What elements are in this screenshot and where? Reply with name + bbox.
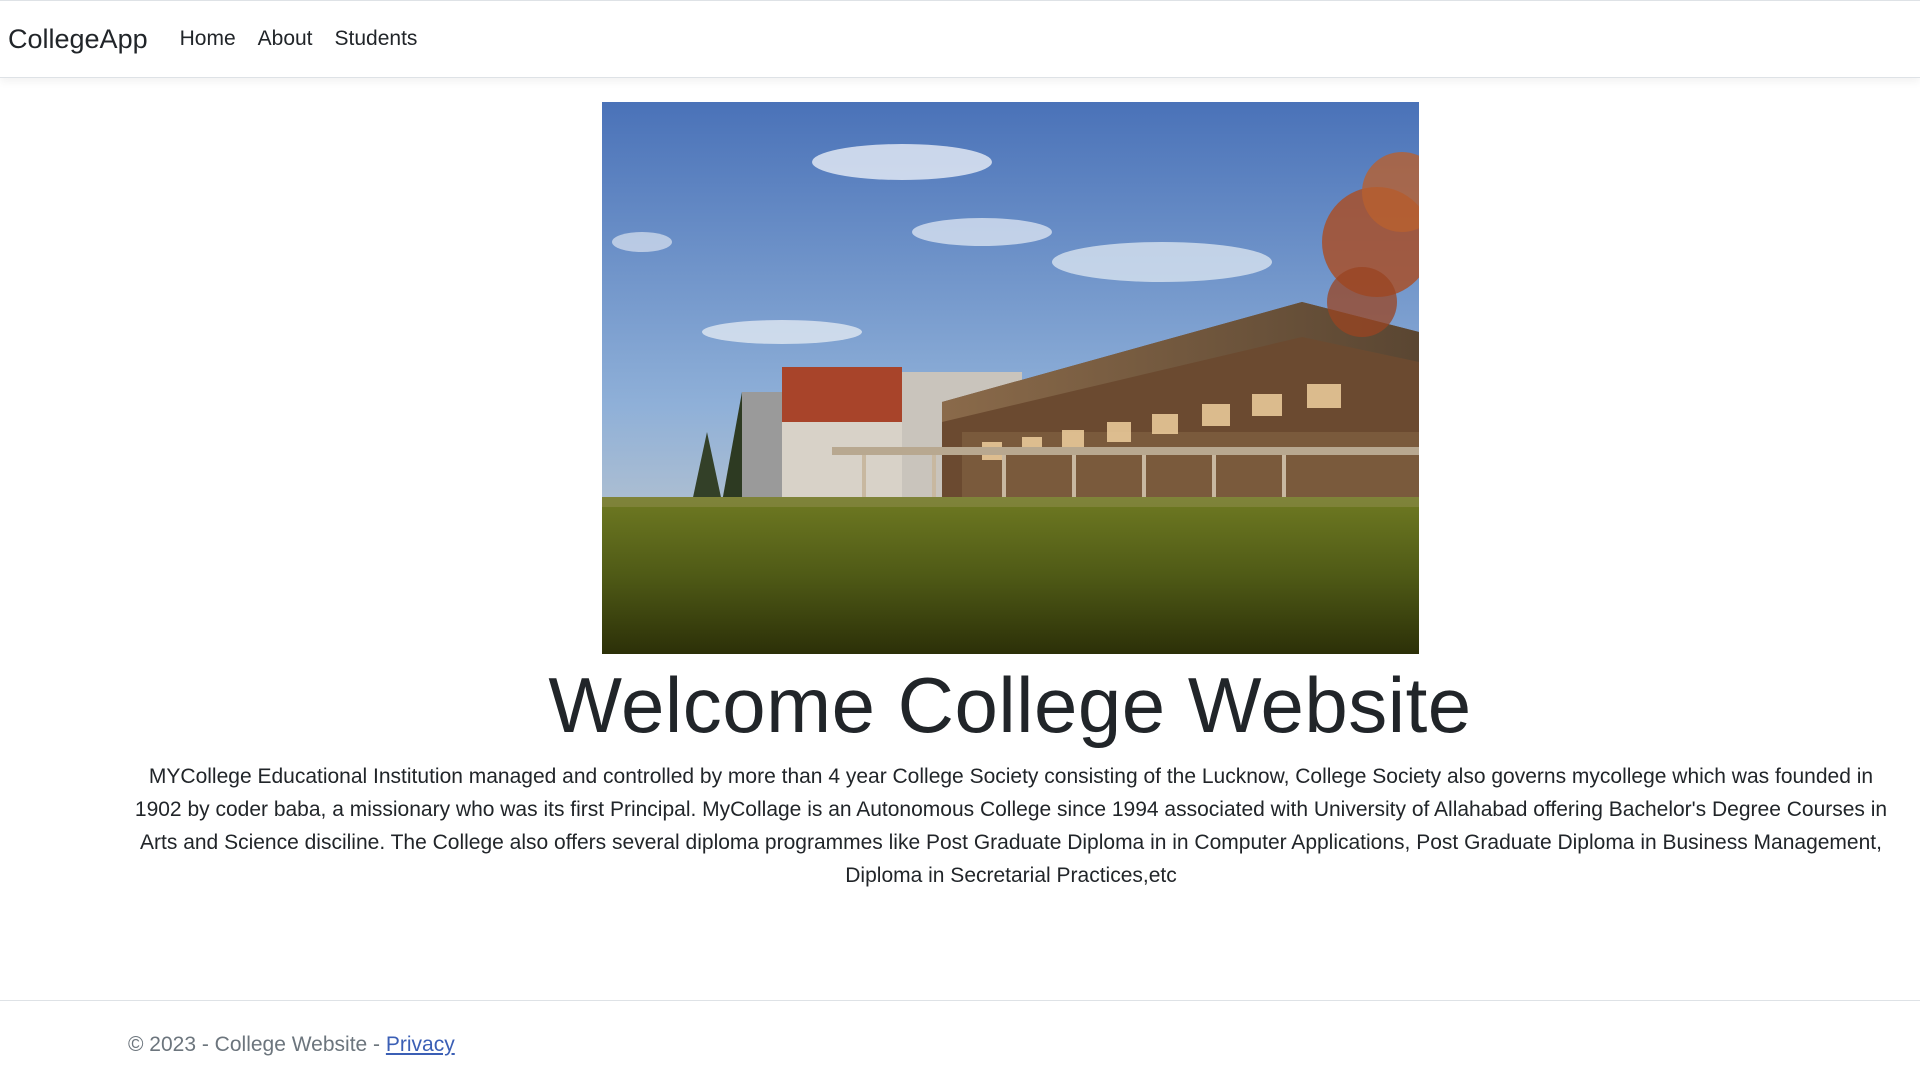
footer-copyright: © 2023 - College Website - xyxy=(128,1033,386,1056)
page-title: Welcome College Website xyxy=(548,661,1472,749)
privacy-link[interactable]: Privacy xyxy=(386,1033,455,1056)
footer-text: © 2023 - College Website - Privacy xyxy=(128,1033,455,1057)
brand-link[interactable]: CollegeApp xyxy=(8,24,148,55)
college-description: MYCollege Educational Institution manage… xyxy=(134,765,1888,887)
campus-hero-image xyxy=(602,102,1419,654)
nav-link-home[interactable]: Home xyxy=(180,27,236,51)
nav-link-students[interactable]: Students xyxy=(335,27,418,51)
nav-link-about[interactable]: About xyxy=(258,27,313,51)
top-navbar: CollegeApp Home About Students xyxy=(0,0,1920,78)
page-footer: © 2023 - College Website - Privacy xyxy=(0,1000,1920,1080)
